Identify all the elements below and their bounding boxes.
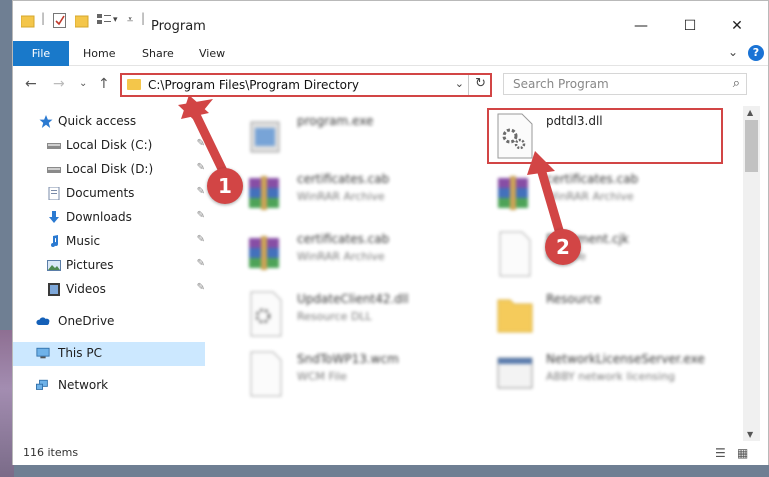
annotation-arrows [178, 95, 566, 242]
file-explorer-window: | ▾ ⩡ | Program — ☐ ✕ File Home Share Vi… [12, 0, 769, 465]
arrow-2 [527, 151, 566, 242]
arrow-1 [178, 95, 228, 176]
step-2-callout: 2 [545, 229, 581, 265]
step-1-callout: 1 [207, 168, 243, 204]
